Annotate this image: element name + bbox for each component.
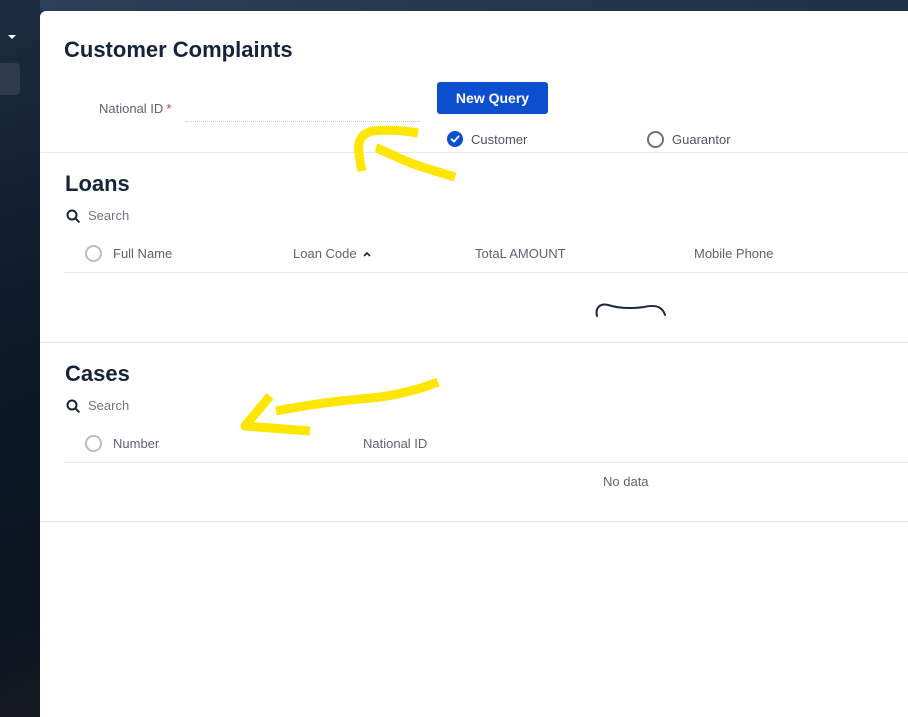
col-number[interactable]: Number	[113, 436, 159, 451]
cases-table-header: Number National ID	[64, 426, 908, 463]
loans-search-placeholder: Search	[88, 208, 130, 223]
section-divider	[40, 152, 908, 153]
top-bar	[40, 0, 908, 11]
national-id-label: National ID *	[99, 101, 171, 116]
col-total-amount[interactable]: TotaL AMOUNT	[475, 246, 566, 261]
radio-guarantor[interactable]: Guarantor	[647, 131, 731, 148]
national-id-input[interactable]	[186, 99, 420, 122]
app-sidebar	[0, 0, 40, 717]
required-mark: *	[166, 101, 172, 116]
loans-search[interactable]: Search	[66, 208, 129, 223]
page-title: Customer Complaints	[64, 37, 293, 62]
select-all-radio[interactable]	[85, 435, 102, 452]
cases-title: Cases	[65, 361, 130, 386]
cases-search[interactable]: Search	[66, 398, 129, 413]
loans-table-header: Full Name Loan Code TotaL AMOUNT Mobile …	[64, 236, 908, 273]
new-query-button[interactable]: New Query	[437, 82, 548, 114]
radio-customer[interactable]: Customer	[447, 131, 527, 147]
main-panel: Customer Complaints National ID * New Que…	[40, 11, 908, 717]
radio-guarantor-label: Guarantor	[672, 132, 731, 147]
cases-search-placeholder: Search	[88, 398, 130, 413]
cases-empty-text: No data	[603, 474, 649, 489]
radio-checked-icon[interactable]	[447, 131, 463, 147]
national-id-label-text: National ID	[99, 101, 164, 116]
col-loan-code[interactable]: Loan Code	[293, 246, 371, 261]
sort-ascending-icon[interactable]	[363, 251, 371, 257]
radio-unchecked-icon[interactable]	[647, 131, 664, 148]
col-loan-code-label: Loan Code	[293, 246, 357, 261]
radio-customer-label: Customer	[471, 131, 528, 147]
col-national-id[interactable]: National ID	[363, 436, 427, 451]
search-icon	[66, 209, 80, 223]
sidebar-active-item[interactable]	[0, 63, 20, 95]
caret-down-icon[interactable]	[8, 35, 16, 39]
col-mobile-phone[interactable]: Mobile Phone	[694, 246, 774, 261]
search-icon	[66, 399, 80, 413]
select-all-radio[interactable]	[85, 245, 102, 262]
loans-title: Loans	[65, 171, 130, 196]
arrow-stroke	[354, 125, 419, 172]
col-full-name[interactable]: Full Name	[113, 246, 172, 261]
checkmark-icon	[450, 135, 460, 143]
